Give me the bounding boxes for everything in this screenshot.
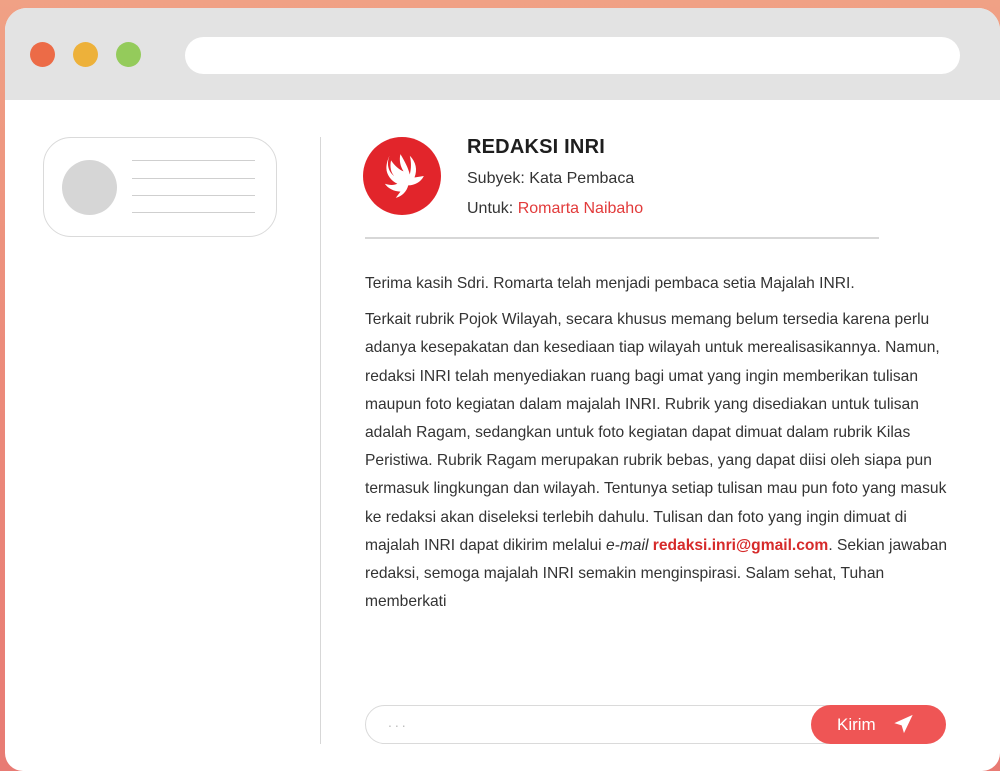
minimize-window-button[interactable] (73, 42, 98, 67)
maximize-window-button[interactable] (116, 42, 141, 67)
recipient-name[interactable]: Romarta Naibaho (518, 200, 643, 217)
subject-label: Subyek: (467, 170, 525, 187)
email-address-link[interactable]: redaksi.inri@gmail.com (653, 537, 829, 554)
message-body: Terima kasih Sdri. Romarta telah menjadi… (365, 270, 965, 616)
paper-plane-icon (894, 714, 913, 733)
placeholder-line (132, 212, 255, 213)
subject-value: Kata Pembaca (529, 170, 635, 187)
message-paragraph: Terkait rubrik Pojok Wilayah, secara khu… (365, 306, 965, 616)
header-divider (365, 237, 879, 239)
send-button[interactable]: Kirim (811, 704, 946, 744)
vertical-divider (320, 137, 321, 744)
reply-placeholder: ... (388, 714, 409, 730)
placeholder-line (132, 160, 255, 161)
reply-input[interactable]: ... Kirim (365, 704, 946, 744)
avatar-placeholder (62, 160, 117, 215)
send-button-label: Kirim (837, 714, 876, 734)
close-window-button[interactable] (30, 42, 55, 67)
contact-card[interactable] (43, 137, 277, 237)
dove-logo-icon (363, 137, 441, 215)
message-text: Terkait rubrik Pojok Wilayah, secara khu… (365, 311, 947, 554)
message-paragraph: Terima kasih Sdri. Romarta telah menjadi… (365, 275, 855, 292)
address-bar[interactable] (185, 37, 960, 74)
sender-name: REDAKSI INRI (467, 136, 605, 158)
browser-window: REDAKSI INRI Subyek: Kata Pembaca Untuk:… (5, 8, 1000, 771)
recipient-label: Untuk: (467, 200, 514, 217)
subject-line: Subyek: Kata Pembaca (467, 170, 634, 188)
title-bar (5, 8, 1000, 100)
placeholder-line (132, 178, 255, 179)
email-term: e-mail (605, 536, 649, 554)
recipient-line: Untuk: Romarta Naibaho (467, 200, 643, 218)
placeholder-line (132, 195, 255, 196)
